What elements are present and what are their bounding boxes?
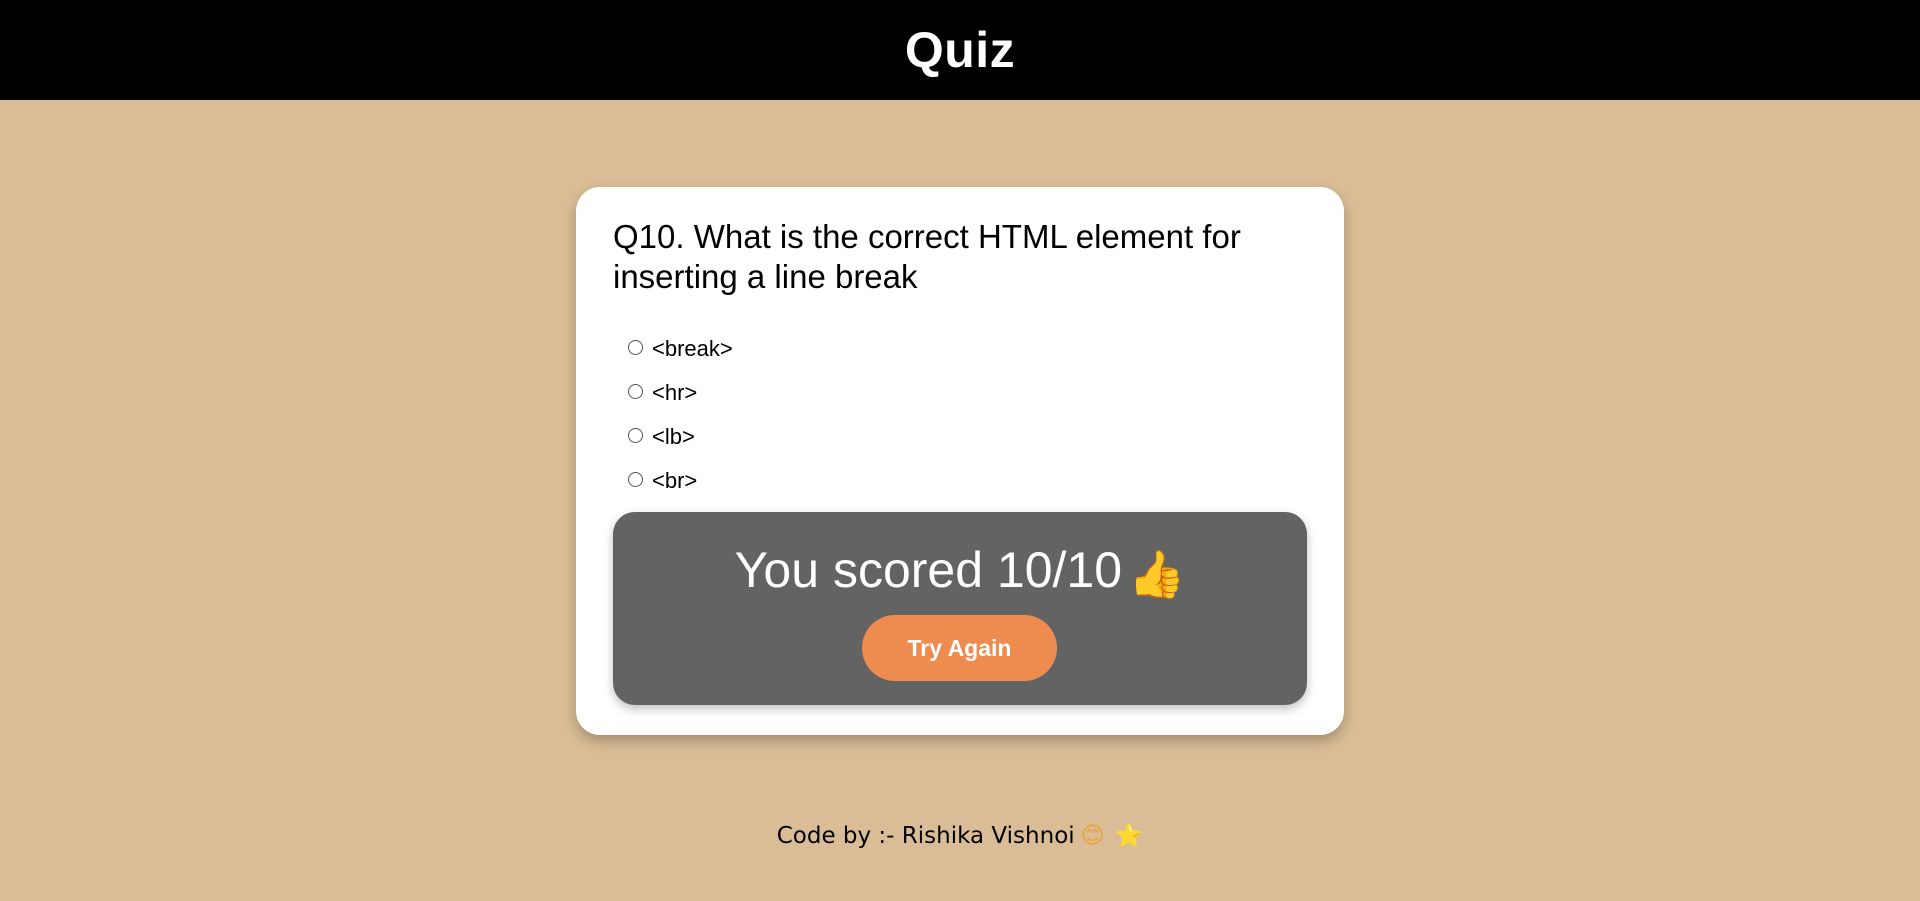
answer-label: <br> — [652, 468, 698, 493]
answer-label: <hr> — [652, 380, 698, 405]
question-text: Q10. What is the correct HTML element fo… — [613, 218, 1241, 295]
answer-option[interactable]: <lb> — [628, 415, 733, 459]
smile-icon: 😊 — [1080, 823, 1105, 849]
score-heading: You scored 10/10 👍 — [613, 540, 1307, 604]
answer-option[interactable]: <break> — [628, 327, 733, 371]
quiz-card: Q10. What is the correct HTML element fo… — [576, 187, 1344, 735]
try-again-button[interactable]: Try Again — [862, 615, 1057, 681]
answer-option[interactable]: <hr> — [628, 371, 733, 415]
radio-button[interactable] — [628, 472, 643, 487]
thumbs-up-icon: 👍 — [1128, 547, 1186, 600]
credit-text: Code by :- Rishika Vishnoi — [776, 823, 1075, 849]
answer-option[interactable]: <br> — [628, 459, 733, 503]
page-header: Quiz — [0, 0, 1920, 100]
answer-label: <lb> — [652, 424, 695, 449]
answer-options: <break> <hr> <lb> <br> — [628, 327, 733, 503]
answer-label: <break> — [652, 336, 733, 361]
score-panel: You scored 10/10 👍 Try Again — [613, 512, 1307, 705]
star-icon: ⭐ — [1114, 823, 1144, 849]
score-text: You scored 10/10 — [734, 542, 1123, 598]
page-title: Quiz — [904, 22, 1016, 78]
radio-button[interactable] — [628, 340, 643, 355]
footer-credit: Code by :- Rishika Vishnoi 😊 ⭐ — [0, 822, 1920, 849]
radio-button[interactable] — [628, 428, 643, 443]
radio-button[interactable] — [628, 384, 643, 399]
